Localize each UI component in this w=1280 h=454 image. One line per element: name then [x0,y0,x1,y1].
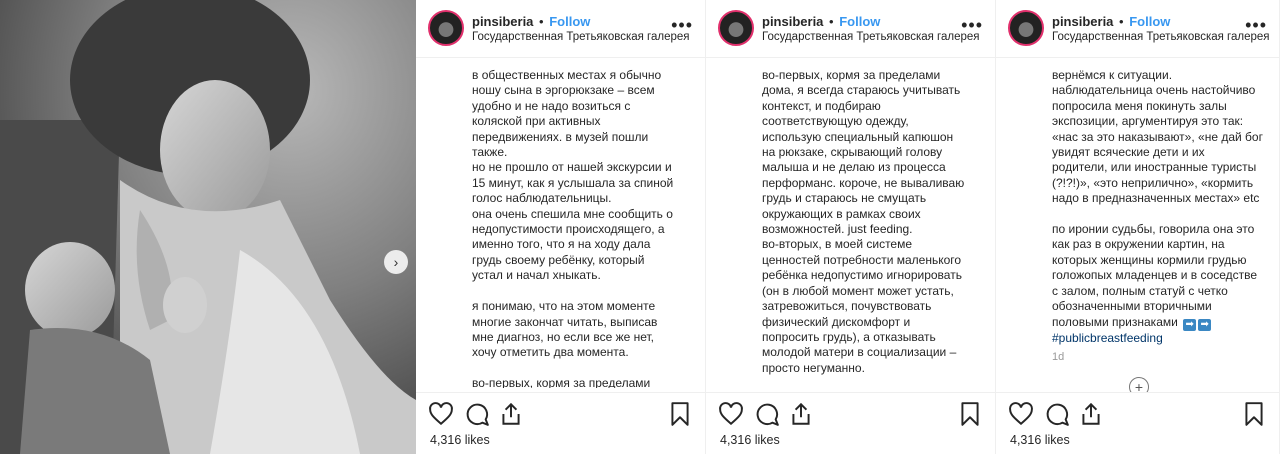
post-header: pinsiberia • Follow Государственная Трет… [996,0,1279,58]
mother-breastfeeding-photo [0,0,416,454]
next-slide-button[interactable]: › [384,250,408,274]
action-bar [996,392,1279,432]
separator-dot: • [539,14,544,29]
likes-count[interactable]: 4,316 likes [430,433,490,447]
heart-icon[interactable] [428,401,454,427]
post-panel-2: pinsiberia • Follow Государственная Трет… [706,0,996,454]
follow-button[interactable]: Follow [549,14,590,29]
avatar[interactable] [428,10,464,46]
location-link[interactable]: Государственная Третьяковская галерея [762,31,980,43]
share-icon[interactable] [788,401,814,427]
post-panel-3: pinsiberia • Follow Государственная Трет… [996,0,1280,454]
comment-icon[interactable] [464,401,490,427]
post-timestamp[interactable]: 1d [1052,351,1064,363]
bookmark-icon[interactable] [957,401,983,427]
username-line: pinsiberia • Follow [762,14,880,29]
location-link[interactable]: Государственная Третьяковская галерея [1052,31,1270,43]
chevron-right-icon: › [393,254,399,270]
more-options-icon[interactable]: ••• [961,15,983,36]
comment-icon[interactable] [754,401,780,427]
more-options-icon[interactable]: ••• [1245,15,1267,36]
caption-text: вернёмся к ситуации. наблюдательница оче… [1052,68,1263,329]
username[interactable]: pinsiberia [762,14,823,29]
post-caption: в общественных местах я обычно ношу сына… [472,68,674,388]
avatar[interactable] [1008,10,1044,46]
hashtag-link[interactable]: #publicbreastfeeding [1052,331,1163,345]
username-line: pinsiberia • Follow [472,14,590,29]
username[interactable]: pinsiberia [1052,14,1113,29]
share-icon[interactable] [498,401,524,427]
bookmark-icon[interactable] [1241,401,1267,427]
post-caption: вернёмся к ситуации. наблюдательница оче… [1052,68,1265,346]
post-caption: во-первых, кормя за пределами дома, я вс… [762,68,965,375]
username-line: pinsiberia • Follow [1052,14,1170,29]
action-bar [416,392,705,432]
username[interactable]: pinsiberia [472,14,533,29]
right-arrow-emoji-icon: ➡ [1183,318,1197,331]
avatar[interactable] [718,10,754,46]
right-arrow-emoji-icon: ➡ [1198,318,1212,331]
separator-dot: • [829,14,834,29]
heart-icon[interactable] [718,401,744,427]
likes-count[interactable]: 4,316 likes [1010,433,1070,447]
follow-button[interactable]: Follow [839,14,880,29]
post-header: pinsiberia • Follow Государственная Трет… [706,0,995,58]
heart-icon[interactable] [1008,401,1034,427]
post-header: pinsiberia • Follow Государственная Трет… [416,0,705,58]
action-bar [706,392,995,432]
post-photo[interactable]: › [0,0,416,454]
location-link[interactable]: Государственная Третьяковская галерея [472,31,690,43]
follow-button[interactable]: Follow [1129,14,1170,29]
post-panel-1: pinsiberia • Follow Государственная Трет… [416,0,706,454]
likes-count[interactable]: 4,316 likes [720,433,780,447]
separator-dot: • [1119,14,1124,29]
bookmark-icon[interactable] [667,401,693,427]
share-icon[interactable] [1078,401,1104,427]
more-options-icon[interactable]: ••• [671,15,693,36]
comment-icon[interactable] [1044,401,1070,427]
